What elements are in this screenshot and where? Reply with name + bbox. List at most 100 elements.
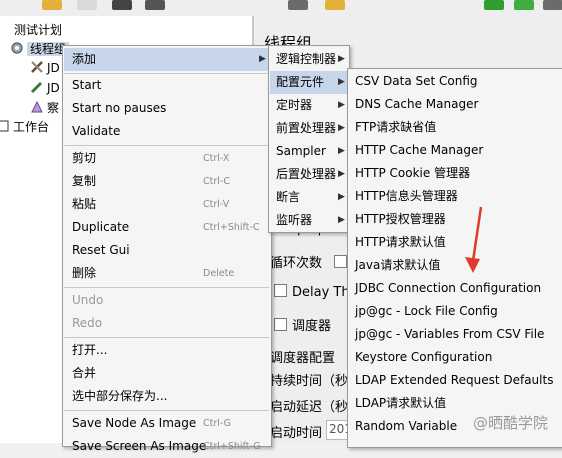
chevron-right-icon: ▶	[338, 54, 345, 64]
menu-item-label: 剪切	[72, 151, 97, 165]
menu-item-label: Sampler	[276, 144, 326, 158]
menu-item-label: Save Node As Image	[72, 416, 197, 430]
menu-item-label: jp@gc - Lock File Config	[355, 304, 498, 318]
stop-icon[interactable]	[543, 0, 562, 10]
menu-item-save-screen-image[interactable]: Save Screen As Image Ctrl+Shift-G	[64, 435, 271, 458]
menu-item-merge[interactable]: 合并	[64, 362, 271, 385]
menu-item-start-no-pauses[interactable]: Start no pauses	[64, 97, 271, 120]
config-item[interactable]: FTP请求缺省值	[349, 116, 562, 139]
loop-count-label: 循环次数	[270, 252, 352, 271]
menu-item-label: 逻辑控制器	[276, 52, 337, 66]
menu-item-reset-gui[interactable]: Reset Gui	[64, 239, 271, 262]
open-icon[interactable]	[112, 0, 132, 10]
config-item[interactable]: HTTP请求默认值	[349, 231, 562, 254]
config-item[interactable]: HTTP Cookie 管理器	[349, 162, 562, 185]
menu-item-label: CSV Data Set Config	[355, 74, 478, 88]
tree-item-label: JD	[47, 81, 60, 95]
scheduler-checkbox[interactable]	[274, 318, 287, 331]
submenu-item-pre-processor[interactable]: 前置处理器 ▶	[270, 117, 348, 140]
tree-item-jdbc-1[interactable]: JD	[30, 60, 60, 75]
menu-item-redo: Redo	[64, 312, 271, 335]
config-item[interactable]: HTTP信息头管理器	[349, 185, 562, 208]
chevron-right-icon: ▶	[338, 192, 345, 202]
menu-item-label: LDAP Extended Request Defaults	[355, 373, 554, 387]
chevron-right-icon: ▶	[338, 123, 345, 133]
chevron-right-icon: ▶	[338, 146, 345, 156]
tree-item-jdbc-2[interactable]: JD	[30, 80, 60, 95]
tree-item-workbench[interactable]: 工作台	[0, 118, 49, 135]
menu-item-duplicate[interactable]: Duplicate Ctrl+Shift-C	[64, 216, 271, 239]
new-plan-icon[interactable]	[42, 0, 62, 10]
tree-item-thread-group[interactable]: 线程组	[10, 40, 70, 57]
chevron-right-icon: ▶	[338, 77, 345, 87]
save-icon[interactable]	[145, 0, 165, 10]
menu-separator	[64, 337, 269, 338]
loop-forever-checkbox[interactable]	[334, 255, 348, 268]
config-item[interactable]: CSV Data Set Config	[349, 70, 562, 93]
toolbar	[0, 0, 562, 16]
menu-item-label: 定时器	[276, 98, 313, 112]
submenu-item-sampler[interactable]: Sampler ▶	[270, 140, 348, 163]
menu-item-start[interactable]: Start	[64, 74, 271, 97]
menu-item-label: Java请求默认值	[355, 258, 441, 272]
menu-item-label: 断言	[276, 190, 301, 204]
templates-icon[interactable]	[77, 0, 97, 10]
wrench-icon	[31, 61, 43, 73]
chevron-right-icon: ▶	[338, 215, 345, 225]
menu-item-label: LDAP请求默认值	[355, 396, 447, 410]
scheduler-config-label: 调度器配置	[270, 351, 336, 366]
menu-item-label: 监听器	[276, 213, 313, 227]
tree-item-test-plan[interactable]: 测试计划	[14, 21, 62, 38]
menu-item-label: Random Variable	[355, 419, 458, 433]
menu-separator	[64, 145, 269, 146]
submenu-item-post-processor[interactable]: 后置处理器 ▶	[270, 163, 348, 186]
delay-thread-checkbox[interactable]	[274, 284, 287, 297]
config-item[interactable]: LDAP Extended Request Defaults	[349, 369, 562, 392]
menu-item-label: 删除	[72, 266, 97, 280]
menu-item-label: Validate	[72, 124, 121, 138]
shortcut-label: Ctrl-X	[203, 153, 230, 164]
start-icon[interactable]	[484, 0, 504, 10]
menu-item-label: HTTP Cache Manager	[355, 143, 484, 157]
menu-item-cut[interactable]: 剪切 Ctrl-X	[64, 147, 271, 170]
pencil-icon	[30, 81, 43, 94]
config-item[interactable]: Java请求默认值	[349, 254, 562, 277]
config-item-jdbc-connection[interactable]: JDBC Connection Configuration	[349, 277, 562, 300]
config-item[interactable]: jp@gc - Lock File Config	[349, 300, 562, 323]
submenu-item-logic-controller[interactable]: 逻辑控制器 ▶	[270, 48, 348, 71]
submenu-item-assertion[interactable]: 断言 ▶	[270, 186, 348, 209]
menu-item-label: HTTP授权管理器	[355, 212, 446, 226]
listener-icon	[31, 100, 43, 113]
menu-item-label: 后置处理器	[276, 167, 337, 181]
tree-item-listener[interactable]: 察	[30, 99, 59, 116]
submenu-item-listener[interactable]: 监听器 ▶	[270, 209, 348, 232]
submenu-item-config-element[interactable]: 配置元件 ▶	[270, 71, 348, 94]
config-item[interactable]: Keystore Configuration	[349, 346, 562, 369]
menu-item-save-selection[interactable]: 选中部分保存为...	[64, 385, 271, 408]
menu-item-open[interactable]: 打开...	[64, 339, 271, 362]
loop-count-text: 循环次数	[270, 256, 323, 271]
menu-item-delete[interactable]: 删除 Delete	[64, 262, 271, 285]
start-no-pause-icon[interactable]	[514, 0, 534, 10]
config-item[interactable]: DNS Cache Manager	[349, 93, 562, 116]
config-item[interactable]: HTTP授权管理器	[349, 208, 562, 231]
shortcut-label: Ctrl-V	[203, 199, 230, 210]
submenu-item-timer[interactable]: 定时器 ▶	[270, 94, 348, 117]
duration-label: 持续时间（秒	[270, 374, 349, 389]
menu-item-label: 前置处理器	[276, 121, 337, 135]
config-item[interactable]: HTTP Cache Manager	[349, 139, 562, 162]
menu-item-copy[interactable]: 复制 Ctrl-C	[64, 170, 271, 193]
config-item[interactable]: jp@gc - Variables From CSV File	[349, 323, 562, 346]
menu-item-label: 复制	[72, 174, 97, 188]
menu-item-label: Start	[72, 78, 102, 92]
menu-item-label: Reset Gui	[72, 243, 130, 257]
cut-icon[interactable]	[288, 0, 308, 10]
menu-item-add[interactable]: 添加 ▶	[64, 48, 271, 71]
menu-item-validate[interactable]: Validate	[64, 120, 271, 143]
shortcut-label: Ctrl-G	[203, 418, 232, 429]
menu-item-label: HTTP Cookie 管理器	[355, 166, 471, 180]
copy-icon[interactable]	[325, 0, 345, 10]
menu-item-save-node-image[interactable]: Save Node As Image Ctrl-G	[64, 412, 271, 435]
menu-item-add-label: 添加	[72, 52, 97, 66]
menu-item-paste[interactable]: 粘贴 Ctrl-V	[64, 193, 271, 216]
